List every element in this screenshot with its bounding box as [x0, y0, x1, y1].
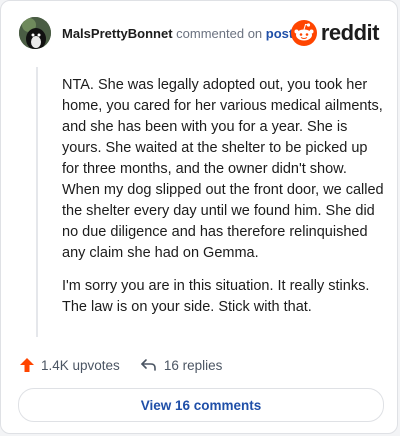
comment-paragraph: NTA. She was legally adopted out, you to… [62, 77, 384, 261]
user-avatar[interactable] [19, 17, 51, 49]
thread-line [36, 67, 38, 337]
username-link[interactable]: MalsPrettyBonnet [62, 26, 173, 41]
upvote-count: 1.4K upvotes [41, 357, 120, 373]
reply-count: 16 replies [163, 357, 223, 373]
replies-button[interactable]: 16 replies [140, 357, 223, 373]
comment-meta: MalsPrettyBonnet commented on post [62, 26, 293, 41]
comment-body: NTA. She was legally adopted out, you to… [62, 75, 386, 330]
upvote-arrow-icon [20, 358, 34, 372]
reply-arrow-icon [141, 359, 156, 371]
reddit-logo[interactable]: reddit [290, 19, 380, 47]
reddit-snoo-icon [290, 20, 317, 46]
view-comments-button[interactable]: View 16 comments [18, 388, 384, 422]
comment-paragraph: I'm sorry you are in this situation. It … [62, 278, 370, 315]
comment-actions: 1.4K upvotes 16 replies [19, 355, 222, 375]
upvote-button[interactable]: 1.4K upvotes [19, 357, 120, 373]
comment-card: MalsPrettyBonnet commented on post reddi… [0, 0, 398, 434]
comment-header: MalsPrettyBonnet commented on post reddi… [19, 17, 380, 53]
post-link[interactable]: post [266, 26, 293, 41]
reddit-wordmark: reddit [320, 20, 380, 45]
dog-avatar-icon [19, 17, 51, 49]
action-text: commented on [176, 26, 263, 41]
